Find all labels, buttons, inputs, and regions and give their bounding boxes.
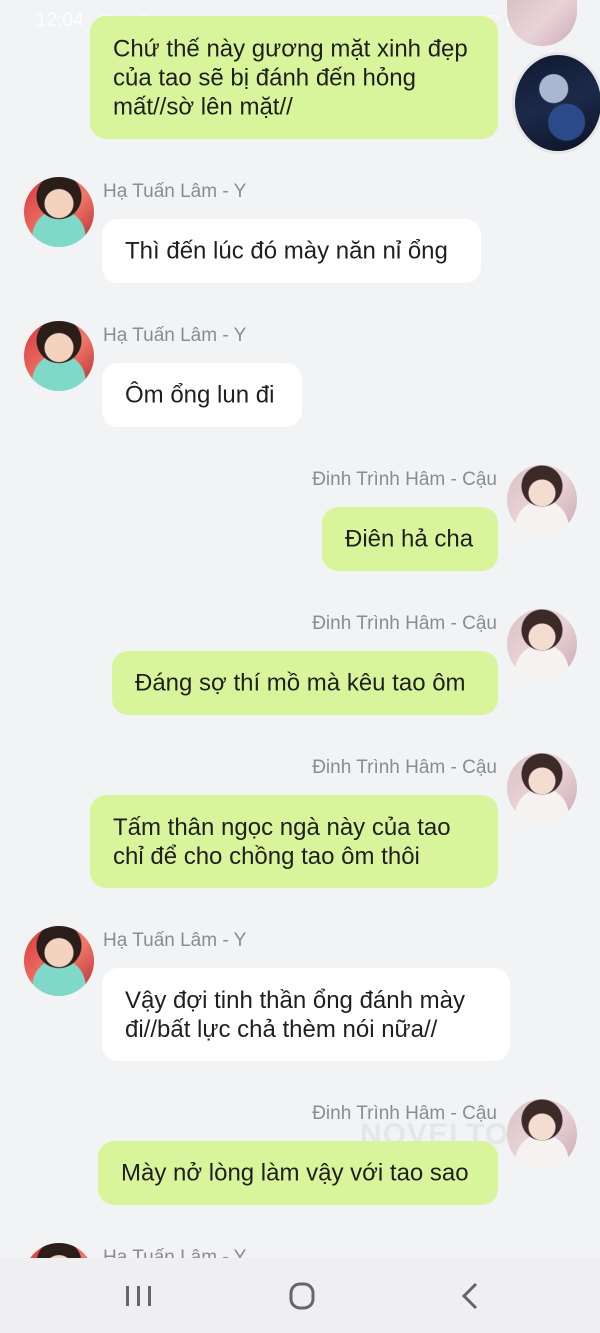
message-text: Thì đến lúc đó mày năn nỉ ổng: [125, 237, 448, 265]
message-bubble[interactable]: Ôm ổng lun đi: [102, 363, 302, 427]
clock: 12:04: [36, 10, 84, 31]
back-icon[interactable]: [450, 1280, 490, 1312]
avatar[interactable]: [24, 321, 94, 391]
sender-name: Đinh Trình Hâm - Cậu: [312, 1103, 497, 1124]
avatar[interactable]: [512, 52, 600, 154]
message-text: Mày nở lòng làm vậy với tao sao: [121, 1159, 469, 1187]
message-bubble[interactable]: Điên hả cha: [322, 507, 498, 571]
message-bubble[interactable]: Vậy đợi tinh thần ổng đánh mày đi//bất l…: [102, 968, 510, 1061]
message-text: Ôm ổng lun đi: [125, 381, 275, 409]
message-text: Tấm thân ngọc ngà này của tao chỉ để cho…: [113, 813, 451, 870]
recents-icon[interactable]: [120, 1280, 160, 1312]
message-text: Chứ thế này gương mặt xinh đẹp của tao s…: [113, 35, 468, 120]
sender-name: Hạ Tuấn Lâm - Y: [103, 325, 247, 346]
avatar[interactable]: [507, 609, 577, 679]
avatar[interactable]: [507, 1099, 577, 1169]
home-icon[interactable]: [282, 1280, 322, 1312]
message-text: Vậy đợi tinh thần ổng đánh mày đi//bất l…: [125, 986, 465, 1043]
sender-name: Đinh Trình Hâm - Cậu: [312, 613, 497, 634]
message-text: Điên hả cha: [345, 525, 474, 553]
message-bubble[interactable]: Tấm thân ngọc ngà này của tao chỉ để cho…: [90, 795, 498, 888]
sender-name: Đinh Trình Hâm - Cậu: [312, 757, 497, 778]
message-bubble[interactable]: Mày nở lòng làm vậy với tao sao: [98, 1141, 498, 1205]
sender-name: Đinh Trình Hâm - Cậu: [312, 469, 497, 490]
message-text: Đáng sợ thí mồ mà kêu tao ôm: [135, 669, 466, 697]
avatar[interactable]: [507, 753, 577, 823]
message-bubble[interactable]: Đáng sợ thí mồ mà kêu tao ôm: [112, 651, 498, 715]
message-bubble[interactable]: Chứ thế này gương mặt xinh đẹp của tao s…: [90, 16, 498, 139]
avatar[interactable]: [24, 926, 94, 996]
avatar[interactable]: [507, 465, 577, 535]
sender-name: Hạ Tuấn Lâm - Y: [103, 181, 247, 202]
navigation-bar: [0, 1258, 600, 1333]
message-bubble[interactable]: Thì đến lúc đó mày năn nỉ ổng: [102, 219, 481, 283]
sender-name: Hạ Tuấn Lâm - Y: [103, 930, 247, 951]
avatar[interactable]: [24, 177, 94, 247]
